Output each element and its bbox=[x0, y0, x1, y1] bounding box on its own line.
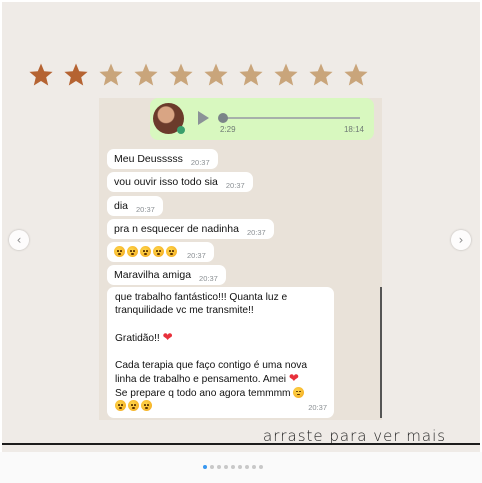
emoji-icon bbox=[166, 246, 177, 257]
star-icon bbox=[98, 62, 124, 88]
message-bubble: 20:37 bbox=[107, 242, 214, 262]
carousel-dot bbox=[238, 465, 242, 469]
message-time: 20:37 bbox=[199, 274, 218, 283]
carousel-dot bbox=[231, 465, 235, 469]
emoji-icon bbox=[115, 400, 126, 412]
emoji-icon bbox=[128, 400, 139, 412]
carousel-dot bbox=[245, 465, 249, 469]
star-icon bbox=[203, 62, 229, 88]
message-text: vou ouvir isso todo sia bbox=[114, 176, 218, 188]
message-text: Se prepare q todo ano agora temmmm bbox=[115, 387, 291, 399]
message-bubble: dia 20:37 bbox=[107, 196, 163, 216]
message-text: linha de trabalho e pensamento. Amei bbox=[115, 374, 287, 386]
voice-message: 2:29 18:14 bbox=[150, 98, 374, 140]
carousel-dot bbox=[210, 465, 214, 469]
message-text: pra n esquecer de nadinha bbox=[114, 223, 239, 235]
message-text: dia bbox=[114, 200, 129, 212]
message-time: 20:37 bbox=[246, 228, 266, 237]
next-slide-button[interactable]: › bbox=[451, 230, 471, 250]
emoji-icon bbox=[114, 246, 125, 257]
carousel-dot bbox=[259, 465, 263, 469]
message-bubble: pra n esquecer de nadinha 20:37 bbox=[107, 219, 274, 239]
carousel-indicator bbox=[203, 465, 266, 469]
carousel-dot bbox=[224, 465, 228, 469]
message-bubble: vou ouvir isso todo sia 20:37 bbox=[107, 172, 253, 192]
message-time: 20:37 bbox=[187, 251, 206, 260]
star-icon bbox=[168, 62, 194, 88]
emoji-icon bbox=[141, 400, 152, 412]
star-icon bbox=[308, 62, 334, 88]
message-text: Gratidão!! bbox=[115, 333, 160, 345]
message-time: 20:37 bbox=[225, 181, 245, 190]
emoji-icon bbox=[153, 246, 164, 257]
voice-time: 18:14 bbox=[343, 125, 364, 134]
star-icon bbox=[273, 62, 299, 88]
star-rating bbox=[28, 62, 378, 88]
audio-progress-knob bbox=[218, 113, 228, 123]
message-text: Maravilha amiga bbox=[114, 269, 192, 281]
star-icon bbox=[238, 62, 264, 88]
heart-icon: ❤ bbox=[162, 330, 173, 345]
message-time: 20:37 bbox=[136, 205, 155, 214]
heart-icon: ❤ bbox=[288, 371, 299, 386]
divider bbox=[2, 443, 480, 445]
carousel-dot bbox=[217, 465, 221, 469]
star-icon bbox=[343, 62, 369, 88]
emoji-icon bbox=[127, 246, 138, 257]
long-message-bubble: que trabalho fantástico!!! Quanta luz e … bbox=[107, 287, 334, 418]
message-text: Meu Deusssss bbox=[114, 153, 183, 165]
previous-slide-button[interactable]: ‹ bbox=[9, 230, 29, 250]
play-icon bbox=[198, 111, 209, 125]
voice-duration: 2:29 bbox=[220, 125, 236, 134]
message-text: que trabalho fantástico!!! Quanta luz e bbox=[115, 292, 288, 303]
scrollbar bbox=[380, 287, 382, 418]
emoji-icon bbox=[293, 386, 305, 398]
star-icon bbox=[133, 62, 159, 88]
message-time: 20:37 bbox=[190, 158, 210, 167]
emoji-icon bbox=[140, 246, 151, 257]
audio-progress-track bbox=[222, 117, 360, 119]
carousel-dot bbox=[203, 465, 207, 469]
carousel-dot bbox=[252, 465, 256, 469]
message-text: tranquilidade vc me transmite!! bbox=[115, 305, 254, 317]
message-text: Cada terapia que faço contigo é uma nova bbox=[115, 360, 307, 371]
star-icon bbox=[28, 62, 54, 88]
mic-icon bbox=[177, 126, 185, 134]
star-icon bbox=[63, 62, 89, 88]
message-bubble: Maravilha amiga 20:37 bbox=[107, 265, 226, 285]
message-bubble: Meu Deusssss 20:37 bbox=[107, 149, 218, 169]
message-time: 20:37 bbox=[308, 402, 327, 412]
